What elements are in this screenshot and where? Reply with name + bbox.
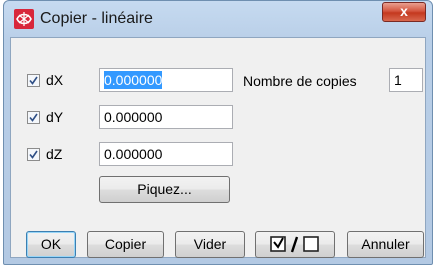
clear-button-label: Vider xyxy=(193,236,227,252)
copies-label: Nombre de copies xyxy=(243,73,357,89)
close-button[interactable]: x xyxy=(382,2,426,22)
title-bar[interactable]: Copier - linéaire x xyxy=(4,1,432,37)
dz-input[interactable]: 0.000000 xyxy=(99,142,233,166)
window-title: Copier - linéaire xyxy=(40,10,153,27)
check-icon xyxy=(29,113,38,122)
ok-button[interactable]: OK xyxy=(26,231,76,258)
dx-input[interactable]: 0.000000 xyxy=(99,68,233,92)
dy-checkbox[interactable] xyxy=(27,111,40,124)
copies-value: 1 xyxy=(394,72,402,88)
cancel-button[interactable]: Annuler xyxy=(347,231,424,258)
dialog-window: Copier - linéaire x dX 0.000000 dY 0.000… xyxy=(3,0,433,265)
copy-button-label: Copier xyxy=(104,236,147,252)
dialog-body: dX 0.000000 dY 0.000000 dZ 0.000000 Nomb… xyxy=(10,37,426,258)
dx-value: 0.000000 xyxy=(104,71,163,89)
dx-checkbox[interactable] xyxy=(27,74,40,87)
close-icon: x xyxy=(400,3,408,19)
copies-input[interactable]: 1 xyxy=(389,68,423,92)
check-icon xyxy=(29,150,38,159)
clear-button[interactable]: Vider xyxy=(175,231,245,258)
dy-label: dY xyxy=(46,109,64,125)
copy-button[interactable]: Copier xyxy=(87,231,164,258)
dy-value: 0.000000 xyxy=(104,109,163,125)
ok-button-label: OK xyxy=(40,236,62,252)
dz-checkbox[interactable] xyxy=(27,148,40,161)
dz-value: 0.000000 xyxy=(104,146,163,162)
toggle-all-button[interactable] xyxy=(255,231,335,258)
cancel-button-label: Annuler xyxy=(361,236,410,252)
dx-label: dX xyxy=(46,72,64,88)
dz-label: dZ xyxy=(46,146,63,162)
dy-input[interactable]: 0.000000 xyxy=(99,105,233,129)
pick-button[interactable]: Piquez... xyxy=(99,176,230,203)
check-toggle-icon xyxy=(270,236,319,253)
pick-button-label: Piquez... xyxy=(137,181,192,197)
check-icon xyxy=(29,76,38,85)
app-logo-icon xyxy=(14,9,34,29)
